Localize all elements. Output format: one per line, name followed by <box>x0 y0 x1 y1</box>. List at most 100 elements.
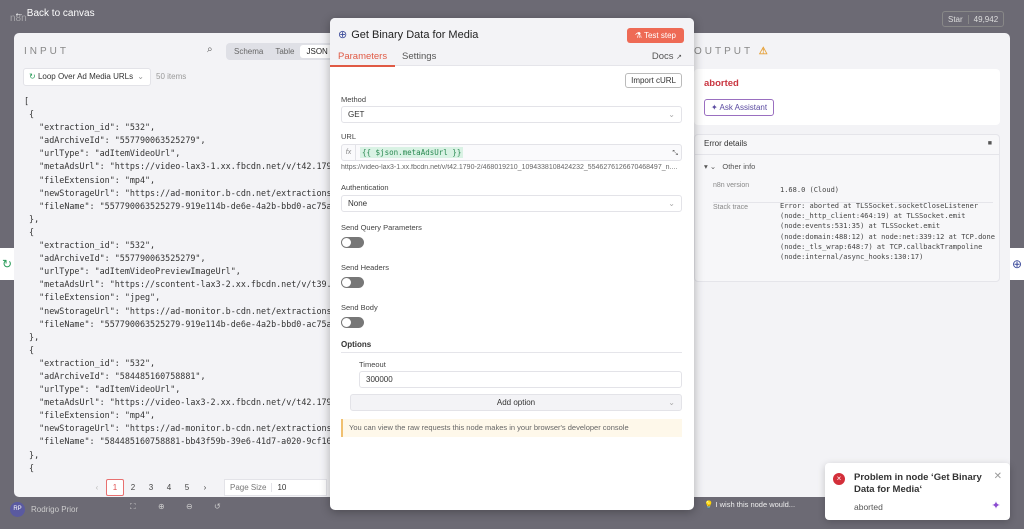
send-headers-label: Send Headers <box>341 263 389 272</box>
json-line: "adArchiveId": "557790063525279", <box>24 135 206 146</box>
send-body-label: Send Body <box>341 303 378 312</box>
pagination: ‹ 1 2 3 4 5 › Page Size 10 <box>88 479 328 496</box>
fit-view-icon[interactable]: ⛶ <box>130 502 136 512</box>
github-star-button[interactable]: Star 49,942 <box>942 11 1005 27</box>
send-headers-toggle[interactable] <box>341 277 364 288</box>
auth-label: Authentication <box>341 183 389 192</box>
back-to-canvas-button[interactable]: ← Back to canvas <box>14 8 95 19</box>
page-2[interactable]: 2 <box>124 480 142 495</box>
input-panel: INPUT ⌕ Schema Table JSON ↻ Loop Over Ad… <box>14 33 344 497</box>
page-1[interactable]: 1 <box>106 479 124 496</box>
chevron-down-icon: ⌄ <box>668 110 675 119</box>
zoom-in-icon[interactable]: ⊕ <box>158 502 165 511</box>
auth-select[interactable]: None ⌄ <box>341 195 682 212</box>
chevron-down-icon: ⌄ <box>668 398 675 407</box>
json-line: { <box>24 344 35 355</box>
page-size-label: Page Size <box>230 483 267 492</box>
chevron-down-icon: ⌄ <box>668 199 675 208</box>
feedback-link[interactable]: 💡 I wish this node would... <box>704 500 795 509</box>
json-line: }, <box>24 449 40 460</box>
view-table[interactable]: Table <box>269 45 300 58</box>
url-input[interactable]: fx {{ $json.metaAdsUrl }} ⤡ <box>341 144 682 161</box>
json-line: "newStorageUrl": "https://ad-monitor.b-c… <box>24 423 342 434</box>
method-select[interactable]: GET ⌄ <box>341 106 682 123</box>
json-line: "metaAdsUrl": "https://video-lax3-1.xx.f… <box>24 161 342 172</box>
json-line: "adArchiveId": "557790063525279", <box>24 253 206 264</box>
tab-parameters[interactable]: Parameters <box>330 51 396 67</box>
json-line: "urlType": "adItemVideoUrl", <box>24 384 181 395</box>
send-query-toggle[interactable] <box>341 237 364 248</box>
output-panel: OUTPUT ⚠ aborted ✦ Ask Assistant Error d… <box>680 33 1010 497</box>
method-label: Method <box>341 95 367 104</box>
json-line: "extraction_id": "532", <box>24 240 156 251</box>
input-source-select[interactable]: ↻ Loop Over Ad Media URLs ⌄ <box>23 68 151 86</box>
avatar[interactable]: RP <box>10 502 25 517</box>
search-icon[interactable]: ⌕ <box>207 44 213 55</box>
json-line: { <box>24 226 35 237</box>
loop-node-icon[interactable]: ↻ <box>0 248 14 280</box>
docs-link[interactable]: Docs ↗ <box>652 51 682 62</box>
error-message: aborted <box>704 78 739 89</box>
view-schema[interactable]: Schema <box>228 45 269 58</box>
toast-message: aborted <box>854 502 883 512</box>
copy-icon[interactable]: ■ <box>988 140 992 147</box>
page-4[interactable]: 4 <box>160 480 178 495</box>
view-switcher: Schema Table JSON <box>226 43 336 60</box>
expand-icon[interactable]: ⤡ <box>672 150 678 158</box>
source-label: Loop Over Ad Media URLs <box>37 72 134 81</box>
send-body-toggle[interactable] <box>341 317 364 328</box>
test-step-button[interactable]: ⚗ Test step <box>626 28 684 43</box>
ask-label: Ask Assistant <box>719 103 768 112</box>
page-size-select[interactable]: Page Size 10 <box>224 479 328 496</box>
next-page-button[interactable]: › <box>196 480 214 495</box>
ask-assistant-button[interactable]: ✦ Ask Assistant <box>704 99 775 116</box>
json-line: "fileExtension": "mp4", <box>24 410 156 421</box>
other-info-label: Other info <box>722 162 756 171</box>
input-title: INPUT <box>24 46 69 57</box>
json-view: [ { "extraction_id": "532", "adArchiveId… <box>24 95 342 475</box>
error-toast: × Problem in node ‘Get Binary Data for M… <box>825 463 1010 520</box>
add-option-label: Add option <box>496 398 536 407</box>
method-value: GET <box>348 110 365 119</box>
page-5[interactable]: 5 <box>178 480 196 495</box>
globe-icon: ⊕ <box>338 29 348 41</box>
json-line: "metaAdsUrl": "https://scontent-lax3-2.x… <box>24 279 342 290</box>
prev-page-button[interactable]: ‹ <box>88 480 106 495</box>
zoom-out-icon[interactable]: ⊖ <box>186 502 193 511</box>
view-json[interactable]: JSON <box>300 45 334 58</box>
import-curl-button[interactable]: Import cURL <box>625 73 682 88</box>
warning-icon: ⚠ <box>758 46 768 57</box>
error-icon: × <box>833 473 845 485</box>
other-info-toggle[interactable]: ▾ ⌄ Other info <box>704 162 755 171</box>
reset-zoom-icon[interactable]: ↺ <box>214 502 221 511</box>
json-line: "metaAdsUrl": "https://video-lax3-2.xx.f… <box>24 397 342 408</box>
page-3[interactable]: 3 <box>142 480 160 495</box>
json-line: "fileName": "557790063525279-919e114b-de… <box>24 318 342 329</box>
json-line: }, <box>24 213 40 224</box>
json-line: "urlType": "adItemVideoPreviewImageUrl", <box>24 266 241 277</box>
timeout-input[interactable]: 300000 <box>359 371 682 388</box>
add-option-button[interactable]: Add option ⌄ <box>350 394 682 411</box>
globe-node-icon[interactable]: ⊕ <box>1010 248 1024 280</box>
node-details-modal: ⊕ Get Binary Data for Media ⚗ Test step P… <box>330 18 694 510</box>
close-icon[interactable]: ✕ <box>994 471 1002 482</box>
json-line: }, <box>24 331 40 342</box>
output-title: OUTPUT ⚠ <box>694 46 768 57</box>
fx-icon: fx <box>342 145 356 160</box>
error-details-header: Error details ■ <box>695 135 999 155</box>
stack-trace: Error: aborted at TLSSocket.socketCloseL… <box>780 202 995 262</box>
url-label: URL <box>341 132 357 141</box>
tab-settings[interactable]: Settings <box>402 51 436 62</box>
output-title-text: OUTPUT <box>694 46 753 57</box>
chevron-down-icon: ⌄ <box>137 72 144 81</box>
item-count: 50 items <box>156 72 187 81</box>
json-line: "extraction_id": "532", <box>24 122 156 133</box>
json-line: { <box>24 462 35 473</box>
toast-title: Problem in node ‘Get Binary Data for Med… <box>854 472 982 495</box>
sparkle-icon[interactable]: ✦ <box>986 496 1006 516</box>
timeout-label: Timeout <box>359 360 386 369</box>
test-step-label: Test step <box>643 31 676 40</box>
docs-label: Docs <box>651 51 674 62</box>
json-line: "newStorageUrl": "https://ad-monitor.b-c… <box>24 305 342 316</box>
star-count: 49,942 <box>967 14 1003 24</box>
